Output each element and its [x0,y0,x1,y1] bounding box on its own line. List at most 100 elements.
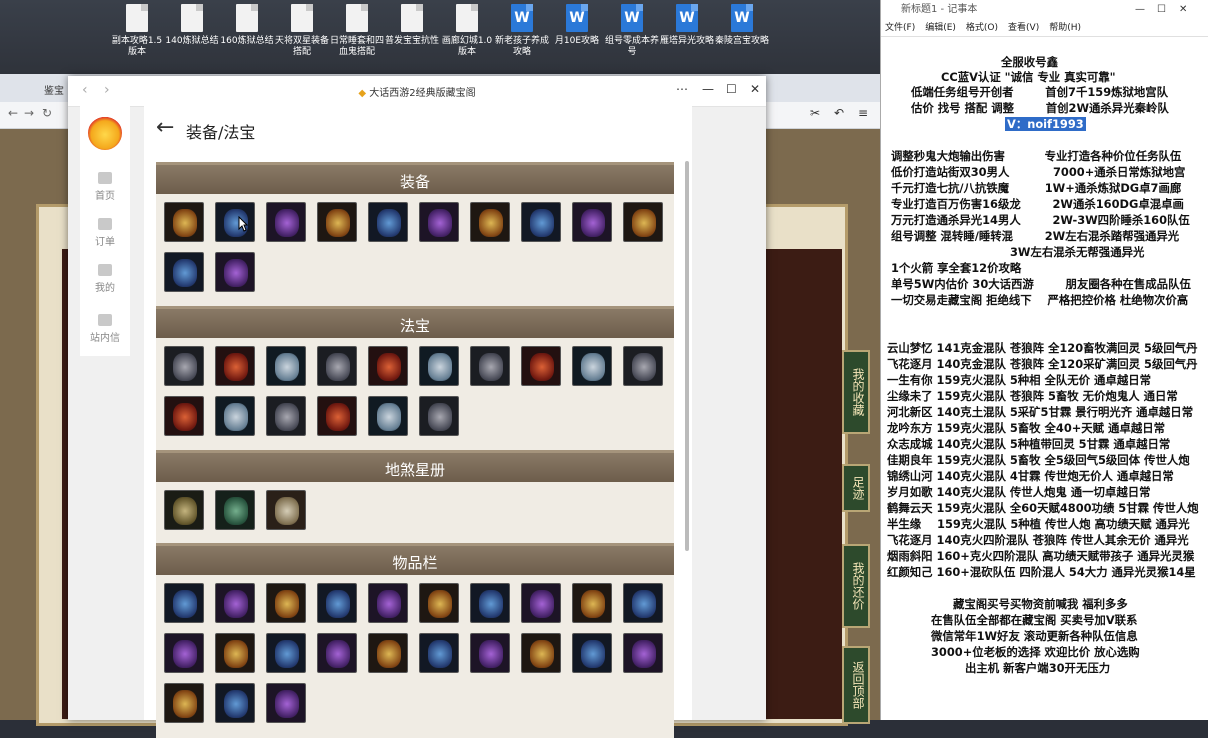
item-slot[interactable] [266,396,306,436]
section-items-grid [156,482,674,543]
reload-icon[interactable]: ↻ [42,106,52,120]
desktop-icon-3[interactable]: 160炼狱总结 [220,4,274,47]
item-slot[interactable] [419,396,459,436]
home-icon [98,172,112,184]
item-slot[interactable] [215,396,255,436]
item-slot[interactable] [470,346,510,386]
item-slot[interactable] [164,346,204,386]
nav-home[interactable]: 首页 [80,172,130,202]
desktop-icon-12[interactable]: W 秦陵宫宝攻略 [715,4,769,47]
window-minimize-icon[interactable]: — [702,82,714,96]
notepad-menu-item[interactable]: 查看(V) [1008,23,1039,33]
item-slot[interactable] [419,202,459,242]
minimize-icon[interactable]: — [1135,0,1145,20]
item-slot[interactable] [572,633,612,673]
item-slot[interactable] [215,202,255,242]
side-button-counteroffer[interactable]: 我的还价 [842,544,870,628]
item-slot[interactable] [317,346,357,386]
nav-profile[interactable]: 我的 [80,264,130,294]
item-slot[interactable] [470,202,510,242]
side-button-back-to-top[interactable]: 返回顶部 [842,646,870,724]
item-slot[interactable] [623,346,663,386]
item-slot[interactable] [164,252,204,292]
item-slot[interactable] [419,633,459,673]
close-icon[interactable]: ✕ [1179,0,1187,20]
item-slot[interactable] [266,583,306,623]
nav-messages[interactable]: 站内信 [80,314,130,344]
item-slot[interactable] [521,633,561,673]
item-slot[interactable] [164,396,204,436]
notepad-menu-item[interactable]: 编辑(E) [925,23,956,33]
item-slot[interactable] [164,683,204,723]
item-slot[interactable] [266,202,306,242]
notepad-text-area[interactable]: 全服收号鑫 CC蓝V认证 "诚信 专业 真实可靠" 低端任务组号开创者 首创7千15… [881,50,1208,720]
notepad-menu-item[interactable]: 帮助(H) [1049,23,1081,33]
item-slot[interactable] [266,346,306,386]
desktop-icon-11[interactable]: W 雁塔异光攻略 [660,4,714,47]
window-maximize-icon[interactable]: ☐ [726,82,737,96]
item-slot[interactable] [470,583,510,623]
desktop-icon-1[interactable]: 副本攻略1.5版本 [110,4,164,58]
item-slot[interactable] [368,633,408,673]
item-slot[interactable] [368,202,408,242]
side-button-favorites[interactable]: 我的收藏 [842,350,870,434]
item-slot[interactable] [215,346,255,386]
item-slot[interactable] [419,583,459,623]
item-slot[interactable] [215,252,255,292]
item-slot[interactable] [521,583,561,623]
item-slot[interactable] [521,202,561,242]
item-slot[interactable] [623,583,663,623]
item-slot[interactable] [215,683,255,723]
more-icon[interactable]: ≡ [858,106,868,120]
item-slot[interactable] [470,633,510,673]
item-slot[interactable] [215,633,255,673]
back-arrow-icon[interactable]: ← [156,116,174,140]
item-slot[interactable] [215,490,255,530]
desktop-icon-4[interactable]: 天将双星装备搭配 [275,4,329,58]
item-slot[interactable] [368,583,408,623]
notepad-menu-item[interactable]: 格式(O) [966,23,998,33]
maximize-icon[interactable]: ☐ [1157,0,1166,20]
item-slot[interactable] [266,683,306,723]
window-menu-icon[interactable]: ⋯ [676,82,688,96]
browser-tab-label[interactable]: 鉴宝 [44,82,64,97]
item-slot[interactable] [215,583,255,623]
desktop-icon-2[interactable]: 140炼狱总结 [165,4,219,47]
forward-icon[interactable]: → [24,106,34,120]
desktop-icon-7[interactable]: 画廊幻城1.0版本 [440,4,494,58]
item-slot[interactable] [572,202,612,242]
desktop-icon-6[interactable]: 普发宝宝抗性 [385,4,439,47]
desktop-icon-9[interactable]: W 月10E攻略 [550,4,604,47]
cut-icon[interactable]: ✂ [810,106,820,120]
scrollbar[interactable] [685,161,689,551]
item-slot[interactable] [368,346,408,386]
item-slot[interactable] [266,633,306,673]
item-slot[interactable] [317,583,357,623]
item-slot[interactable] [368,396,408,436]
desktop-icon-8[interactable]: W 新老孩子养成攻略 [495,4,549,58]
item-slot[interactable] [164,583,204,623]
back-icon[interactable]: ← [8,106,18,120]
item-slot[interactable] [164,490,204,530]
item-slot[interactable] [317,633,357,673]
window-close-icon[interactable]: ✕ [750,82,760,96]
notepad-menu-item[interactable]: 文件(F) [885,23,915,33]
item-slot[interactable] [572,583,612,623]
side-button-history[interactable]: 足迹 [842,464,870,512]
item-slot[interactable] [317,202,357,242]
orders-icon [98,218,112,230]
undo-icon[interactable]: ↶ [834,106,844,120]
item-slot[interactable] [266,490,306,530]
item-slot[interactable] [623,633,663,673]
item-slot[interactable] [521,346,561,386]
item-slot[interactable] [572,346,612,386]
item-slot[interactable] [419,346,459,386]
item-slot[interactable] [623,202,663,242]
nav-orders[interactable]: 订单 [80,218,130,248]
line-text: 组号调整 混转睡/睡转混 2W左右混杀踏帮强通异光 [891,229,1180,243]
item-slot[interactable] [317,396,357,436]
item-slot[interactable] [164,202,204,242]
desktop-icon-10[interactable]: W 组号零成本养号 [605,4,659,58]
desktop-icon-5[interactable]: 日常睡套和四血鬼搭配 [330,4,384,58]
item-slot[interactable] [164,633,204,673]
